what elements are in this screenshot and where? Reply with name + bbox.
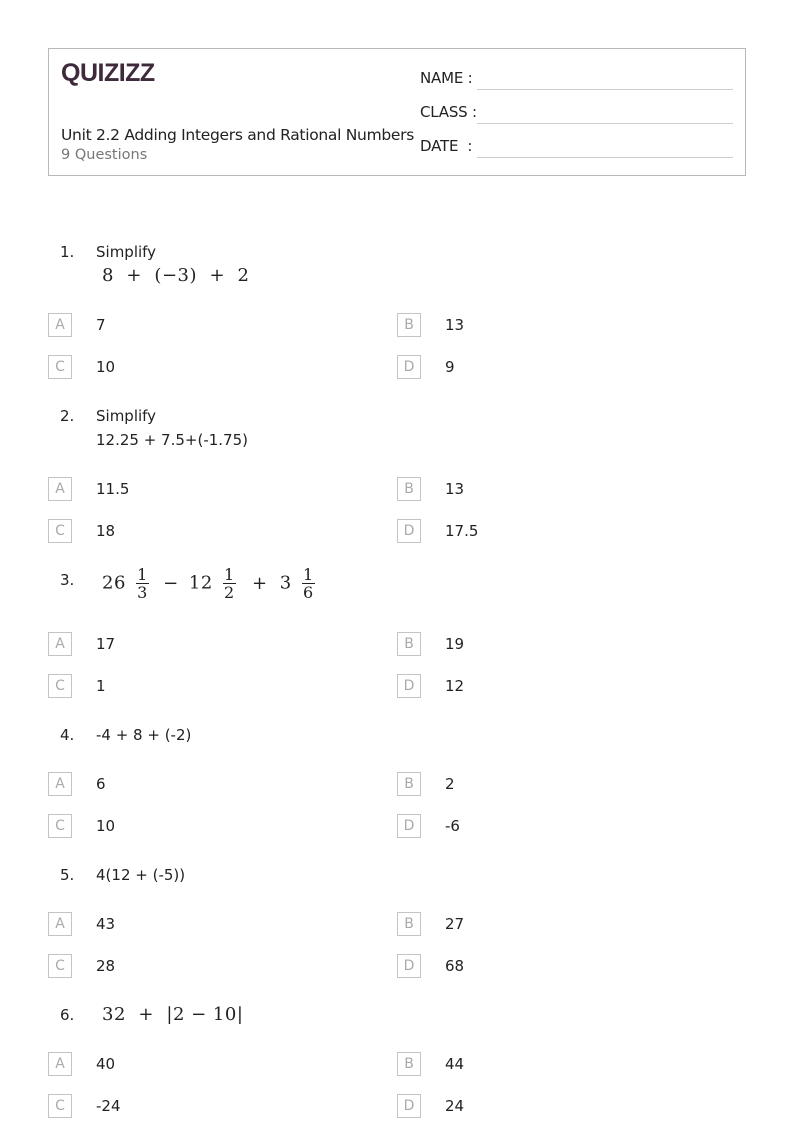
option-b-box[interactable]: B: [397, 772, 421, 796]
question-expression: 4(12 + (-5)): [96, 866, 186, 884]
question-expression: 26 13 − 12 12 + 3 16: [102, 566, 319, 601]
option-d-box[interactable]: D: [397, 355, 421, 379]
question-number: 6.: [60, 1006, 75, 1024]
option-c-value[interactable]: 10: [96, 817, 115, 835]
option-a-value[interactable]: 11.5: [96, 480, 129, 498]
date-label: DATE :: [420, 137, 473, 155]
numerator: 1: [301, 565, 315, 584]
quizizz-logo: QUIZIZZ: [61, 59, 155, 87]
option-a-box[interactable]: A: [48, 632, 72, 656]
option-b-box[interactable]: B: [397, 912, 421, 936]
worksheet-title: Unit 2.2 Adding Integers and Rational Nu…: [61, 126, 414, 144]
whole-1: 26: [102, 572, 126, 594]
denominator: 2: [224, 583, 235, 602]
question-number: 5.: [60, 866, 75, 884]
worksheet-header: QUIZIZZ Unit 2.2 Adding Integers and Rat…: [48, 48, 746, 176]
question-prompt: Simplify: [96, 243, 157, 261]
option-a-box[interactable]: A: [48, 1052, 72, 1076]
option-c-box[interactable]: C: [48, 519, 72, 543]
option-b-value[interactable]: 27: [445, 915, 464, 933]
fraction-3: 16: [301, 565, 315, 602]
option-c-box[interactable]: C: [48, 814, 72, 838]
option-a-box[interactable]: A: [48, 313, 72, 337]
option-c-value[interactable]: 10: [96, 358, 115, 376]
name-label: NAME :: [420, 69, 473, 87]
question-expression: 12.25 + 7.5+(-1.75): [96, 431, 248, 449]
option-a-box[interactable]: A: [48, 912, 72, 936]
option-b-value[interactable]: 13: [445, 316, 464, 334]
question-expression: 8 + (−3) + 2: [102, 265, 250, 286]
option-b-box[interactable]: B: [397, 477, 421, 501]
option-a-value[interactable]: 6: [96, 775, 106, 793]
option-a-box[interactable]: A: [48, 772, 72, 796]
whole-3: 3: [279, 572, 292, 594]
question-number: 1.: [60, 243, 75, 261]
option-b-value[interactable]: 44: [445, 1055, 464, 1073]
denominator: 6: [302, 583, 314, 602]
option-c-box[interactable]: C: [48, 674, 72, 698]
option-d-value[interactable]: 68: [445, 957, 464, 975]
option-c-box[interactable]: C: [48, 1094, 72, 1118]
fraction-2: 12: [223, 566, 236, 601]
option-a-box[interactable]: A: [48, 477, 72, 501]
option-b-box[interactable]: B: [397, 632, 421, 656]
question-number: 2.: [60, 407, 75, 425]
operator: −: [163, 572, 179, 594]
option-d-value[interactable]: 17.5: [445, 522, 478, 540]
question-expression: -4 + 8 + (-2): [96, 726, 192, 744]
option-a-value[interactable]: 43: [96, 915, 115, 933]
operator: +: [251, 572, 268, 594]
option-d-box[interactable]: D: [397, 954, 421, 978]
option-d-box[interactable]: D: [397, 519, 421, 543]
option-c-value[interactable]: 28: [96, 957, 115, 975]
numerator: 1: [223, 565, 236, 584]
question-prompt: Simplify: [96, 407, 157, 425]
denominator: 3: [137, 583, 148, 602]
option-d-value[interactable]: -6: [445, 817, 460, 835]
option-b-value[interactable]: 13: [445, 480, 464, 498]
option-b-value[interactable]: 2: [445, 775, 455, 793]
option-d-box[interactable]: D: [397, 1094, 421, 1118]
option-a-value[interactable]: 17: [96, 635, 115, 653]
fraction-1: 13: [136, 566, 149, 601]
whole-2: 12: [188, 572, 213, 594]
question-count: 9 Questions: [61, 147, 148, 163]
option-d-box[interactable]: D: [397, 674, 421, 698]
class-label: CLASS :: [420, 103, 477, 121]
question-number: 3.: [60, 571, 75, 589]
option-c-box[interactable]: C: [48, 954, 72, 978]
question-number: 4.: [60, 726, 75, 744]
class-field[interactable]: [477, 123, 733, 124]
option-c-box[interactable]: C: [48, 355, 72, 379]
option-c-value[interactable]: -24: [96, 1097, 121, 1115]
option-d-value[interactable]: 24: [445, 1097, 464, 1115]
option-c-value[interactable]: 1: [96, 677, 106, 695]
date-field[interactable]: [477, 157, 733, 158]
option-d-box[interactable]: D: [397, 814, 421, 838]
option-b-box[interactable]: B: [397, 313, 421, 337]
question-expression: 32 + |2 − 10|: [102, 1004, 244, 1025]
option-d-value[interactable]: 12: [445, 677, 464, 695]
option-b-value[interactable]: 19: [445, 635, 464, 653]
option-a-value[interactable]: 7: [96, 316, 106, 334]
numerator: 1: [136, 565, 149, 584]
option-c-value[interactable]: 18: [96, 522, 115, 540]
option-d-value[interactable]: 9: [445, 358, 455, 376]
option-b-box[interactable]: B: [397, 1052, 421, 1076]
name-field[interactable]: [477, 89, 733, 90]
option-a-value[interactable]: 40: [96, 1055, 115, 1073]
